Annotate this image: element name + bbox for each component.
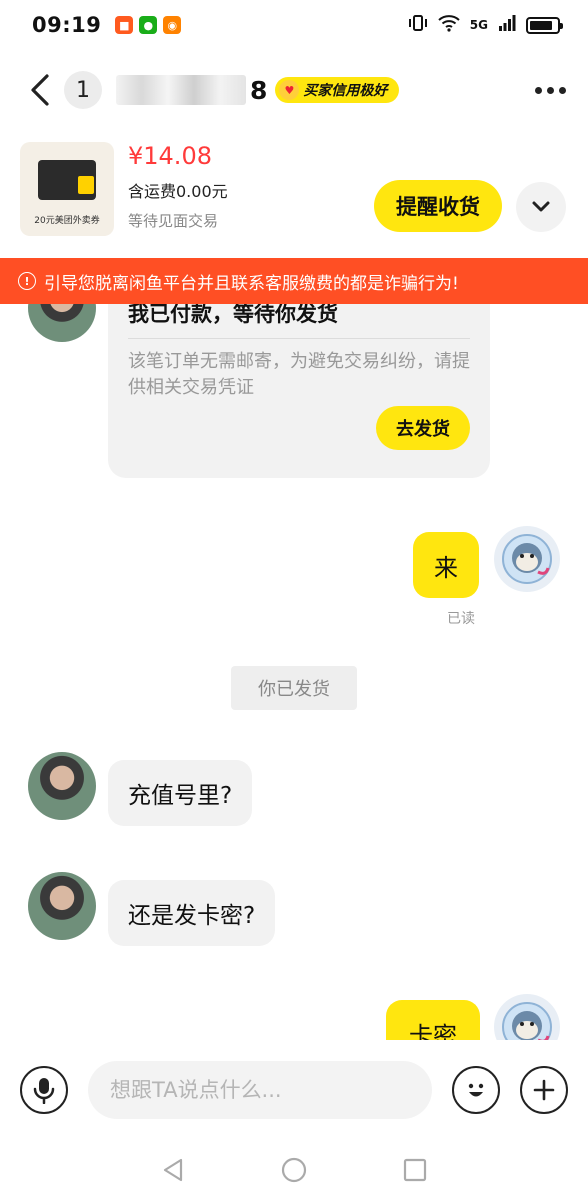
unread-count-badge[interactable]: 1 — [64, 71, 102, 109]
contact-avatar[interactable] — [28, 872, 96, 940]
message-bubble-sent[interactable]: 来 — [413, 532, 479, 598]
emoji-button[interactable] — [452, 1066, 500, 1114]
dot-icon — [547, 86, 554, 94]
voucher-logo-graphic — [78, 176, 94, 194]
dot-icon — [535, 86, 542, 94]
contact-nickname: 8 — [112, 75, 267, 105]
status-bar: 09:19 ■ ● ◉ 5G — [0, 0, 588, 50]
system-navigation-bar — [0, 1140, 588, 1200]
divider — [128, 338, 470, 339]
battery-icon — [526, 16, 563, 34]
nickname-suffix: 8 — [250, 75, 268, 105]
product-thumbnail[interactable]: 20元美团外卖券 — [20, 142, 114, 236]
taobao-icon: ■ — [115, 16, 134, 34]
weibo-icon: ◉ — [163, 16, 182, 34]
chat-message-list[interactable]: 我已付款，等待你发货 该笔订单无需邮寄，为避免交易纠纷，请提供相关交易凭证 去发… — [0, 304, 588, 1040]
vibrate-icon — [408, 14, 428, 36]
status-app-icons: ■ ● ◉ — [115, 16, 182, 34]
status-time: 09:19 — [32, 13, 102, 37]
plus-icon — [533, 1079, 555, 1101]
credit-badge-label: 买家信用极好 — [303, 83, 388, 99]
more-options-button[interactable] — [531, 77, 570, 104]
product-info: ¥14.08 含运费0.00元 等待见面交易 — [128, 142, 228, 231]
fraud-warning-text: 引导您脱离闲鱼平台并且联系客服缴费的都是诈骗行为! — [44, 273, 459, 294]
dot-icon — [559, 86, 566, 94]
thumbnail-caption: 20元美团外卖券 — [34, 216, 100, 226]
exclamation-icon: ! — [18, 272, 36, 290]
nickname-redacted — [116, 75, 246, 105]
nav-recents-icon[interactable] — [403, 1158, 427, 1182]
battery-level — [530, 20, 553, 30]
status-indicators: 5G — [408, 14, 563, 36]
fraud-warning-banner: ! 引导您脱离闲鱼平台并且联系客服缴费的都是诈骗行为! — [0, 258, 588, 304]
wifi-icon — [438, 14, 460, 36]
message-bubble-received[interactable]: 充值号里? — [108, 760, 253, 826]
chevron-left-icon — [31, 74, 49, 106]
ship-order-button[interactable]: 去发货 — [376, 406, 470, 450]
order-card-title: 我已付款，等待你发货 — [128, 304, 338, 326]
more-actions-button[interactable] — [520, 1066, 568, 1114]
read-status: 已读 — [447, 611, 475, 627]
wechat-icon: ● — [139, 16, 158, 34]
cat-astronaut-icon — [502, 1002, 552, 1040]
message-bubble-received[interactable]: 还是发卡密? — [108, 880, 276, 946]
voice-button[interactable] — [20, 1066, 68, 1114]
product-price: ¥14.08 — [128, 142, 212, 170]
my-avatar[interactable] — [494, 994, 560, 1040]
chevron-down-icon — [532, 201, 550, 212]
nav-home-icon[interactable] — [281, 1157, 307, 1183]
product-card[interactable]: 20元美团外卖券 ¥14.08 含运费0.00元 等待见面交易 提醒收货 — [0, 136, 588, 246]
credit-badge[interactable]: ♥ 买家信用极好 — [275, 77, 400, 103]
nav-back-icon[interactable] — [161, 1157, 185, 1183]
my-avatar[interactable] — [494, 526, 560, 592]
microphone-icon — [33, 1078, 55, 1104]
network-type: 5G — [469, 18, 488, 32]
heart-eyes-icon: ♥ — [279, 80, 300, 100]
shipping-fee: 含运费0.00元 — [128, 182, 228, 201]
trade-mode: 等待见面交易 — [128, 212, 219, 230]
chat-header: 1 8 ♥ 买家信用极好 — [0, 50, 588, 130]
message-input-bar — [0, 1050, 588, 1130]
cat-astronaut-icon — [502, 534, 552, 584]
system-message: 你已发货 — [231, 666, 357, 710]
message-bubble-sent[interactable]: 卡密 — [386, 1000, 480, 1040]
expand-button[interactable] — [516, 182, 566, 232]
contact-avatar[interactable] — [28, 304, 96, 342]
back-button[interactable] — [18, 68, 62, 112]
contact-avatar[interactable] — [28, 752, 96, 820]
order-status-card: 我已付款，等待你发货 该笔订单无需邮寄，为避免交易纠纷，请提供相关交易凭证 去发… — [108, 304, 490, 478]
remind-receipt-button[interactable]: 提醒收货 — [374, 180, 502, 232]
signal-icon — [498, 14, 516, 36]
order-card-description: 该笔订单无需邮寄，为避免交易纠纷，请提供相关交易凭证 — [128, 351, 470, 398]
smiley-icon — [468, 1083, 484, 1097]
message-input[interactable] — [88, 1061, 432, 1119]
